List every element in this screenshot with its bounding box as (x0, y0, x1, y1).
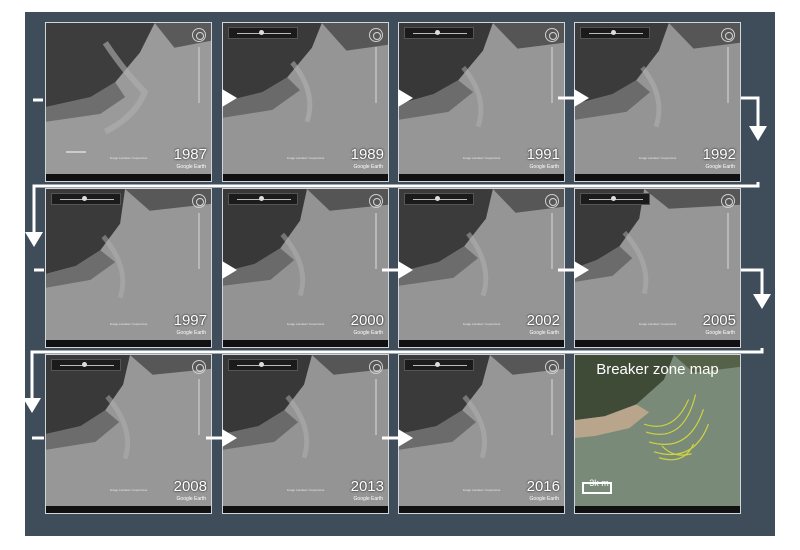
timeline-toolbar[interactable] (580, 27, 650, 39)
navigation-compass-icon[interactable] (721, 194, 735, 208)
google-earth-logo: Google Earth (353, 164, 383, 170)
timeline-toolbar[interactable] (228, 193, 298, 205)
zoom-slider-icon[interactable] (198, 47, 200, 103)
satellite-panel-2002: Image Landsat / Copernicus Google Earth … (398, 188, 565, 348)
year-label: 2000 (350, 312, 384, 329)
satellite-panel-2013: Image Landsat / Copernicus Google Earth … (222, 354, 389, 514)
navigation-compass-icon[interactable] (369, 194, 383, 208)
status-bar (46, 174, 211, 181)
google-earth-logo: Google Earth (176, 496, 206, 502)
status-bar (223, 340, 388, 347)
satellite-panel-1987: Image Landsat / Copernicus Google Earth … (45, 22, 212, 182)
zoom-slider-icon[interactable] (551, 379, 553, 435)
google-earth-logo: Google Earth (529, 164, 559, 170)
zoom-slider-icon[interactable] (551, 213, 553, 269)
status-bar (399, 340, 564, 347)
navigation-compass-icon[interactable] (192, 194, 206, 208)
year-label: 1991 (526, 146, 560, 163)
timeline-toolbar[interactable] (404, 27, 474, 39)
breaker-zone-title: Breaker zone map (596, 361, 719, 378)
zoom-slider-icon[interactable] (375, 379, 377, 435)
timeline-toolbar[interactable] (580, 193, 650, 205)
zoom-slider-icon[interactable] (727, 47, 729, 103)
timeline-toolbar[interactable] (51, 193, 121, 205)
navigation-compass-icon[interactable] (369, 28, 383, 42)
navigation-compass-icon[interactable] (545, 28, 559, 42)
google-earth-logo: Google Earth (529, 496, 559, 502)
status-bar (575, 174, 740, 181)
timeline-toolbar[interactable] (51, 359, 121, 371)
zoom-slider-icon[interactable] (551, 47, 553, 103)
navigation-compass-icon[interactable] (545, 194, 559, 208)
year-label: 2002 (526, 312, 560, 329)
status-bar (575, 506, 740, 513)
timeline-toolbar[interactable] (228, 27, 298, 39)
google-earth-logo: Google Earth (353, 496, 383, 502)
zoom-slider-icon[interactable] (375, 47, 377, 103)
year-label: 1987 (173, 146, 207, 163)
breaker-zone-map-panel: Breaker zone map 3k m (574, 354, 741, 514)
navigation-compass-icon[interactable] (545, 360, 559, 374)
satellite-panel-2016: Image Landsat / Copernicus Google Earth … (398, 354, 565, 514)
year-label: 1989 (350, 146, 384, 163)
status-bar (223, 174, 388, 181)
satellite-panel-2008: Image Landsat / Copernicus Google Earth … (45, 354, 212, 514)
year-label: 2005 (702, 312, 736, 329)
year-label: 2013 (350, 478, 384, 495)
status-bar (399, 174, 564, 181)
status-bar (223, 506, 388, 513)
google-earth-logo: Google Earth (176, 330, 206, 336)
navigation-compass-icon[interactable] (192, 28, 206, 42)
google-earth-logo: Google Earth (705, 164, 735, 170)
satellite-panel-2000: Image Landsat / Copernicus Google Earth … (222, 188, 389, 348)
year-label: 2008 (173, 478, 207, 495)
year-label: 1992 (702, 146, 736, 163)
satellite-panel-1997: Image Landsat / Copernicus Google Earth … (45, 188, 212, 348)
status-bar (399, 506, 564, 513)
google-earth-logo: Google Earth (353, 330, 383, 336)
satellite-panel-1992: Image Landsat / Copernicus Google Earth … (574, 22, 741, 182)
google-earth-logo: Google Earth (176, 164, 206, 170)
year-label: 2016 (526, 478, 560, 495)
status-bar (46, 506, 211, 513)
satellite-panel-1991: Image Landsat / Copernicus Google Earth … (398, 22, 565, 182)
scale-bar (582, 482, 612, 494)
status-bar (575, 340, 740, 347)
zoom-slider-icon[interactable] (375, 213, 377, 269)
satellite-panel-2005: Image Landsat / Copernicus Google Earth … (574, 188, 741, 348)
timeline-toolbar[interactable] (228, 359, 298, 371)
year-label: 1997 (173, 312, 207, 329)
zoom-slider-icon[interactable] (727, 213, 729, 269)
status-bar (46, 340, 211, 347)
timeline-toolbar[interactable] (404, 359, 474, 371)
small-scale-bar (66, 151, 86, 153)
zoom-slider-icon[interactable] (198, 213, 200, 269)
google-earth-logo: Google Earth (705, 330, 735, 336)
navigation-compass-icon[interactable] (192, 360, 206, 374)
navigation-compass-icon[interactable] (369, 360, 383, 374)
navigation-compass-icon[interactable] (721, 28, 735, 42)
zoom-slider-icon[interactable] (198, 379, 200, 435)
google-earth-logo: Google Earth (529, 330, 559, 336)
satellite-panel-1989: Image Landsat / Copernicus Google Earth … (222, 22, 389, 182)
timeline-toolbar[interactable] (404, 193, 474, 205)
